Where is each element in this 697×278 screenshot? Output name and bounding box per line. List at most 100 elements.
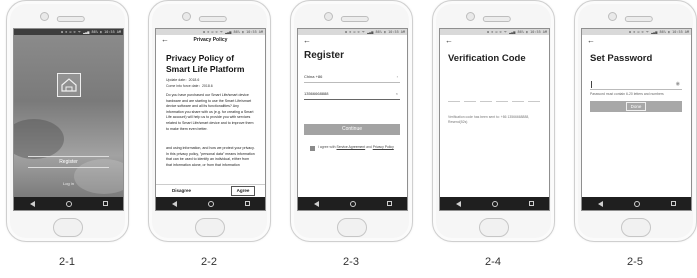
android-nav-bar: [582, 197, 691, 210]
text-cursor: [591, 81, 592, 88]
policy-paragraph: and using information, and how we protec…: [166, 146, 255, 167]
update-date: Update date：2018.6: [166, 78, 200, 82]
status-bar: ✱ ⊙ ✉ ⊙ ᯤ ▂▃▅ 86% ▮ 10:55 AM: [298, 29, 407, 35]
code-digit-slot: [512, 101, 524, 102]
physical-home-button: [478, 218, 509, 237]
nav-home-icon[interactable]: [491, 200, 498, 207]
back-arrow-icon[interactable]: ←: [445, 37, 453, 45]
phone-frame-5: ✱ ⊙ ✉ ⊙ ᯤ ▂▃▅ 86% ▮ 10:55 AM ← Set Passw…: [574, 0, 697, 242]
home-icon: [61, 78, 77, 92]
back-arrow-icon[interactable]: ←: [303, 37, 311, 45]
nav-back-icon[interactable]: [29, 200, 35, 207]
figure-caption: 2-1: [59, 256, 75, 268]
page-title: Register: [304, 50, 345, 61]
effective-date: Come into force date：2018.6: [166, 84, 213, 88]
nav-home-icon[interactable]: [207, 200, 214, 207]
nav-back-icon[interactable]: [597, 200, 603, 207]
nav-back-icon[interactable]: [455, 200, 461, 207]
agree-checkbox[interactable]: [310, 146, 315, 151]
status-bar: ✱ ⊙ ✉ ⊙ ᯤ ▂▃▅ 86% ▮ 10:55 AM: [440, 29, 549, 35]
front-camera: [40, 12, 49, 21]
terms-mid: and: [365, 145, 373, 149]
nav-back-icon[interactable]: [313, 200, 319, 207]
register-button[interactable]: Register: [28, 156, 109, 168]
screen-welcome: ✱ ⊙ ✉ ⊙ ᯤ ▂▃▅ 86% ▮ 10:55 AM Register Lo…: [13, 28, 124, 211]
code-digit-slot: [448, 101, 460, 102]
nav-back-icon[interactable]: [171, 200, 177, 207]
figure-caption: 2-2: [201, 256, 217, 268]
code-digit-slot: [528, 101, 540, 102]
policy-heading: Privacy Policy of Smart Life Platform: [166, 53, 245, 74]
physical-home-button: [336, 218, 367, 237]
front-camera: [182, 12, 191, 21]
nav-recent-icon[interactable]: [244, 201, 250, 206]
physical-home-button: [620, 218, 651, 237]
country-value: China +86: [304, 74, 323, 79]
physical-home-button: [194, 218, 225, 237]
earpiece: [56, 16, 85, 22]
earpiece: [340, 16, 369, 22]
eye-icon[interactable]: ◉: [676, 81, 680, 87]
code-digit-slot: [464, 101, 476, 102]
front-camera: [608, 12, 617, 21]
status-bar: ✱ ⊙ ✉ ⊙ ᯤ ▂▃▅ 86% ▮ 10:55 AM: [582, 29, 691, 35]
chevron-right-icon: ›: [396, 74, 398, 79]
screen-verification: ✱ ⊙ ✉ ⊙ ᯤ ▂▃▅ 86% ▮ 10:55 AM ← Verificat…: [439, 28, 550, 211]
nav-recent-icon[interactable]: [386, 201, 392, 206]
android-nav-bar: [298, 197, 407, 210]
back-arrow-icon[interactable]: ←: [587, 37, 595, 45]
password-hint: Password must contain 6-20 letters and n…: [590, 92, 664, 96]
disagree-button[interactable]: Disagree: [172, 188, 191, 193]
phone-frame-2: ✱ ⊙ ✉ ⊙ ᯤ ▂▃▅ 86% ▮ 10:55 AM ← Privacy P…: [148, 0, 271, 242]
verification-message: Verification code has been sent to: +86 …: [448, 115, 530, 124]
figure-caption: 2-4: [485, 256, 501, 268]
nav-recent-icon[interactable]: [102, 201, 108, 206]
nav-home-icon[interactable]: [633, 200, 640, 207]
earpiece: [624, 16, 653, 22]
policy-body: Do you have purchased our Smart Life/sma…: [166, 93, 256, 188]
code-digit-slot: [480, 101, 492, 102]
login-link[interactable]: Log in: [14, 181, 123, 186]
phone-frame-3: ✱ ⊙ ✉ ⊙ ᯤ ▂▃▅ 86% ▮ 10:55 AM ← Register …: [290, 0, 413, 242]
status-bar: ✱ ⊙ ✉ ⊙ ᯤ ▂▃▅ 86% ▮ 10:55 AM: [156, 29, 265, 35]
agree-button[interactable]: Agree: [231, 186, 255, 196]
clear-icon[interactable]: ×: [396, 89, 398, 99]
figure-caption: 2-3: [343, 256, 359, 268]
page-title: Verification Code: [448, 53, 526, 64]
phone-frame-1: ✱ ⊙ ✉ ⊙ ᯤ ▂▃▅ 86% ▮ 10:55 AM Register Lo…: [6, 0, 129, 242]
code-input[interactable]: [448, 101, 540, 102]
android-nav-bar: [14, 197, 123, 210]
phone-frame-4: ✱ ⊙ ✉ ⊙ ᯤ ▂▃▅ 86% ▮ 10:55 AM ← Verificat…: [432, 0, 555, 242]
terms-prefix: I agree with: [318, 145, 337, 149]
physical-home-button: [52, 218, 83, 237]
privacy-policy-link[interactable]: Privacy Policy: [373, 145, 394, 149]
continue-button[interactable]: Continue: [304, 124, 400, 135]
policy-paragraph: Do you have purchased our Smart Life/sma…: [166, 93, 254, 131]
done-button[interactable]: Done: [590, 101, 682, 112]
done-label: Done: [626, 102, 646, 111]
status-bar: ✱ ⊙ ✉ ⊙ ᯤ ▂▃▅ 86% ▮ 10:55 AM: [14, 29, 123, 35]
earpiece: [198, 16, 227, 22]
country-select[interactable]: China +86 ›: [304, 72, 400, 83]
nav-recent-icon[interactable]: [670, 201, 676, 206]
android-nav-bar: [156, 197, 265, 210]
screen-set-password: ✱ ⊙ ✉ ⊙ ᯤ ▂▃▅ 86% ▮ 10:55 AM ← Set Passw…: [581, 28, 692, 211]
password-input[interactable]: ◉: [590, 79, 682, 90]
front-camera: [324, 12, 333, 21]
earpiece: [482, 16, 511, 22]
app-logo: [57, 73, 81, 97]
screen-register: ✱ ⊙ ✉ ⊙ ᯤ ▂▃▅ 86% ▮ 10:55 AM ← Register …: [297, 28, 408, 211]
page-title: Set Password: [590, 53, 653, 64]
android-nav-bar: [440, 197, 549, 210]
phone-number-value: 13566668888: [304, 91, 329, 96]
front-camera: [466, 12, 475, 21]
screen-privacy-policy: ✱ ⊙ ✉ ⊙ ᯤ ▂▃▅ 86% ▮ 10:55 AM ← Privacy P…: [155, 28, 266, 211]
terms-text: I agree with Service Agreement and Priva…: [318, 145, 396, 150]
nav-recent-icon[interactable]: [528, 201, 534, 206]
phone-number-input[interactable]: 13566668888 ×: [304, 89, 400, 100]
header-title: Privacy Policy: [193, 37, 228, 43]
nav-home-icon[interactable]: [65, 200, 72, 207]
figure-caption: 2-5: [627, 256, 643, 268]
service-agreement-link[interactable]: Service Agreement: [336, 145, 365, 149]
nav-home-icon[interactable]: [349, 200, 356, 207]
